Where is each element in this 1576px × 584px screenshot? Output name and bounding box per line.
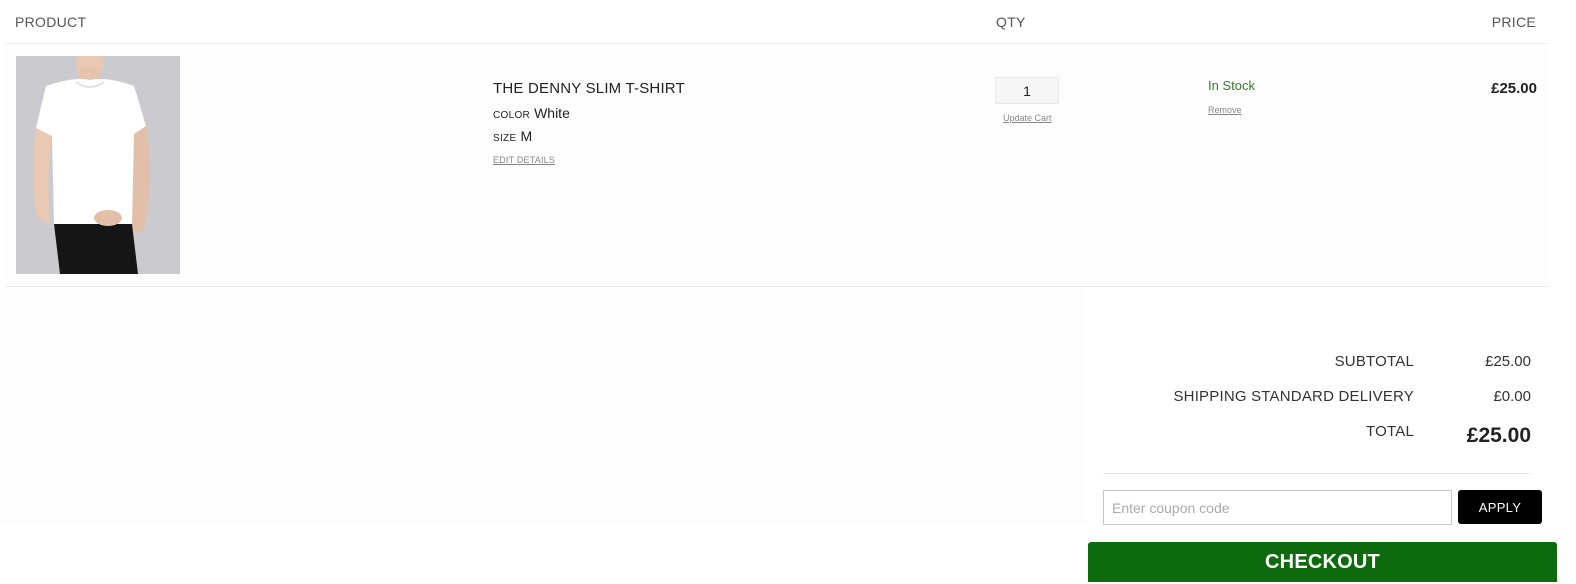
- remove-link[interactable]: Remove: [1208, 105, 1242, 115]
- shipping-label: SHIPPING STANDARD DELIVERY: [1173, 388, 1414, 405]
- size-value: M: [520, 128, 533, 144]
- empty-area: [0, 288, 1086, 525]
- product-name[interactable]: THE DENNY SLIM T-SHIRT: [493, 80, 685, 97]
- update-cart-link[interactable]: Update Cart: [1003, 113, 1052, 123]
- color-label: COLOR: [493, 110, 531, 121]
- product-size: SIZE M: [493, 128, 532, 144]
- total-value: £25.00: [1466, 424, 1531, 447]
- summary-divider: [1103, 473, 1531, 474]
- subtotal-label: SUBTOTAL: [1334, 353, 1414, 370]
- cart-item-row: THE DENNY SLIM T-SHIRT COLOR White SIZE M …: [5, 44, 1548, 287]
- product-photo-illustration: [16, 56, 180, 274]
- column-header-qty: QTY: [996, 14, 1026, 30]
- column-header-price: PRICE: [1491, 14, 1536, 30]
- stock-status: In Stock: [1208, 78, 1255, 93]
- quantity-input[interactable]: [995, 77, 1059, 104]
- order-summary: SUBTOTAL £25.00 SHIPPING STANDARD DELIVE…: [1086, 326, 1552, 529]
- checkout-button[interactable]: CHECKOUT: [1088, 542, 1557, 582]
- coupon-input[interactable]: [1103, 490, 1452, 525]
- total-label: TOTAL: [1366, 423, 1414, 440]
- product-image[interactable]: [16, 56, 180, 274]
- size-label: SIZE: [493, 133, 517, 144]
- item-price: £25.00: [1491, 80, 1537, 97]
- column-header-product: PRODUCT: [15, 14, 87, 30]
- apply-coupon-button[interactable]: APPLY: [1458, 490, 1542, 524]
- shipping-value: £0.00: [1493, 388, 1531, 405]
- subtotal-value: £25.00: [1485, 353, 1531, 370]
- color-value: White: [534, 105, 570, 121]
- product-color: COLOR White: [493, 105, 570, 121]
- edit-details-link[interactable]: EDIT DETAILS: [493, 155, 555, 165]
- cart-table-header: PRODUCT QTY PRICE: [5, 0, 1548, 44]
